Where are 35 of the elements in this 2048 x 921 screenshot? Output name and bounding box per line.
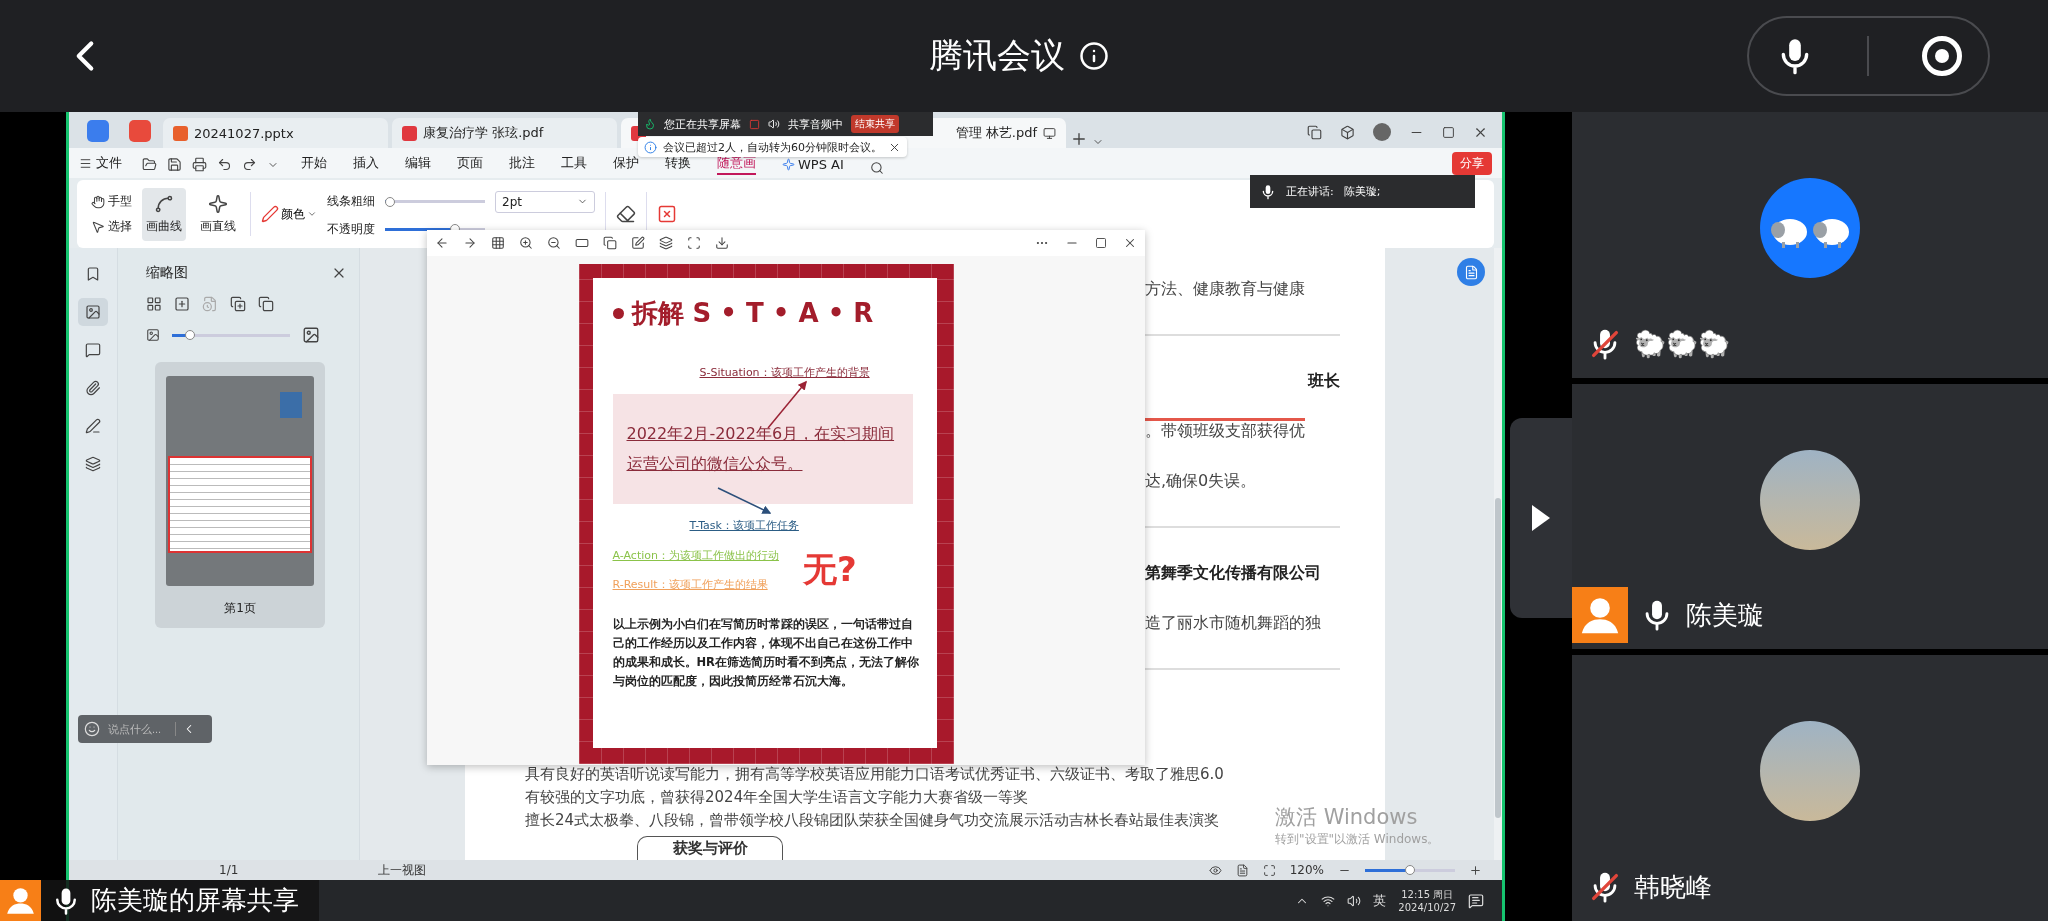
document-text: 第舞季文化传播有限公司 — [1145, 561, 1322, 584]
card-title: 拆解 S • T • A • R — [631, 297, 874, 330]
document-text: 具有良好的英语听说读写能力，拥有高等学校英语应用能力口语考试优秀证书、六级证书、考取了雅思6.0 — [525, 764, 1224, 785]
participant-name: 陈美璇 — [1686, 598, 1764, 632]
activation-watermark: 激活 Windows — [1275, 804, 1418, 831]
step-label: R-Result：该项工作产生的结果 — [612, 577, 768, 592]
situation-label: S-Situation：该项工作产生的背景 — [699, 365, 870, 380]
step-label: A-Action：为该项工作做出的行动 — [612, 548, 779, 563]
share-title: 陈美璇的屏幕共享 — [91, 884, 299, 917]
task-label: T-Task：该项工作任务 — [689, 518, 799, 533]
document-text: 擅长24式太极拳、八段锦，曾带领学校八段锦团队荣获全国健身气功交流展示活动吉林长春站最佳表演奖 — [525, 810, 1220, 831]
speaking-label: 正在讲话: — [1286, 184, 1334, 199]
participant-name: 韩晓峰 — [1634, 870, 1712, 904]
document-text: 造了丽水市随机舞蹈的独 — [1145, 611, 1322, 634]
document-text: 班长 — [1306, 369, 1340, 392]
speaker-name: 陈美璇; — [1343, 184, 1381, 199]
sharing-status: 您正在共享屏幕 — [664, 116, 741, 132]
slider-label: 线条粗细 — [327, 193, 375, 210]
document-text: 达,确保0失误。 — [1145, 469, 1258, 492]
clock-time: 12:15 周日 — [1401, 888, 1454, 902]
document-text: 方法、健康教育与健康 — [1145, 277, 1306, 300]
document-text: 有较强的文字功底，曾获得2024年全国大学生语言文字能力大赛省级一等奖 — [525, 787, 1029, 808]
example-text: 2022年2月-2022年6月，在实习期间运营公司的微信公众号。 — [626, 423, 896, 475]
notice-text: 会议已超过2人，自动转为60分钟限时会议。 — [663, 139, 882, 155]
audio-status: 共享音频中 — [788, 116, 843, 132]
meeting-title: 腾讯会议 — [928, 34, 1065, 77]
explanation-text: 以上示例为小白们在写简历时常踩的误区，一句话带过自己的工作经历以及工作内容，体现不出自己在这份工作中的成果和成长。HR在筛选简历时看不到亮点，无法了解你与岗位的匹配度，因此投简历经常石沉大海。 — [612, 616, 920, 690]
page-label: 第1页 — [224, 600, 256, 617]
page-number: 1/1 — [219, 863, 239, 877]
document-text: 。带领班级支部获得优 — [1145, 420, 1306, 442]
clock-date: 2024/10/27 — [1398, 902, 1456, 913]
activation-hint: 转到"设置"以激活 Windows。 — [1275, 831, 1440, 848]
verdict-text: 无? — [802, 548, 857, 591]
slider-label: 不透明度 — [327, 220, 375, 238]
panel-title: 缩略图 — [146, 264, 188, 282]
